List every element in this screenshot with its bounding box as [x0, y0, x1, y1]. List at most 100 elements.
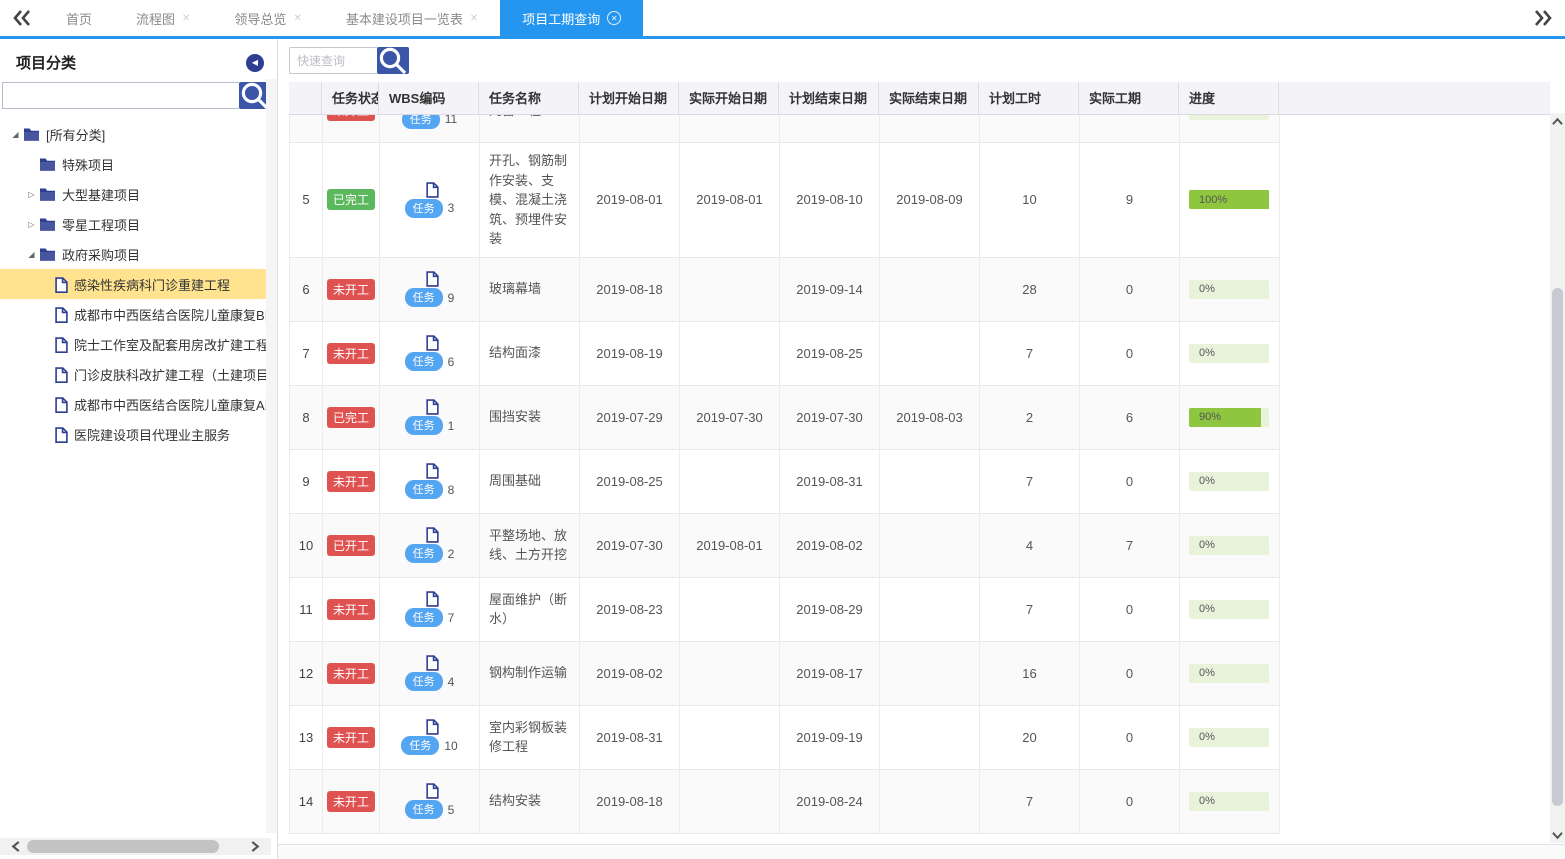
scroll-left-icon[interactable]: [8, 839, 24, 854]
actual-end-date: 2019-08-03: [880, 386, 980, 449]
table-row[interactable]: 11 未开工 任务 7 屋面维护（断水） 2019-08-23 2019-08-…: [289, 578, 1280, 642]
column-header[interactable]: 实际开始日期: [679, 82, 779, 114]
table-row[interactable]: 13 未开工 任务 10 室内彩钢板装修工程 2019-08-31 2019-0…: [289, 706, 1280, 770]
plan-hours: 7: [980, 578, 1080, 641]
wbs-number: 1: [448, 419, 455, 433]
tree-expander-icon[interactable]: ▷: [24, 190, 39, 199]
folder-icon: [39, 247, 56, 262]
quick-search-button[interactable]: [377, 47, 409, 74]
tab-close-icon[interactable]: ✕: [470, 13, 478, 24]
tab-close-icon[interactable]: ✕: [293, 13, 301, 24]
task-name: 开孔、钢筋制作安装、支模、混凝土浇筑、预埋件安装: [480, 143, 580, 257]
column-header[interactable]: 计划工时: [979, 82, 1079, 114]
scrollbar-thumb[interactable]: [27, 840, 219, 853]
actual-end-date: 2019-08-09: [880, 143, 980, 257]
nav-tab[interactable]: 项目工期查询 ✕: [500, 0, 643, 36]
tree-item[interactable]: 院士工作室及配套用房改扩建工程: [0, 329, 277, 359]
status-badge: 已开工: [327, 535, 375, 556]
tree-expander-icon[interactable]: ▷: [24, 220, 39, 229]
tree-item[interactable]: 特殊项目: [0, 149, 277, 179]
nav-tab-label: 基本建设项目一览表: [346, 9, 463, 28]
tree-item[interactable]: 成都市中西医结合医院儿童康复A区文化: [0, 389, 277, 419]
tree-item-label: 政府采购项目: [62, 245, 140, 264]
table-row[interactable]: 9 未开工 任务 8 周围基础 2019-08-25 2019-08-31 7 …: [289, 450, 1280, 514]
table-row[interactable]: 7 未开工 任务 6 结构面漆 2019-08-19 2019-08-25 7 …: [289, 322, 1280, 386]
wbs-cell: 任务 4: [380, 642, 480, 705]
nav-tab-label: 首页: [66, 9, 92, 28]
column-header[interactable]: 实际工期: [1079, 82, 1179, 114]
task-schedule-panel: 任务状态 WBS编码 任务名称 计划开始日期 实际开始日期 计划结束日期 实际结…: [278, 39, 1565, 859]
plan-start-date: 2019-09-15: [580, 115, 680, 142]
scrollbar-thumb[interactable]: [1552, 288, 1563, 806]
table-row[interactable]: 10 已开工 任务 2 平整场地、放线、土方开挖 2019-07-30 2019…: [289, 514, 1280, 578]
tab-close-icon[interactable]: ✕: [182, 13, 190, 24]
sidebar-horizontal-scrollbar[interactable]: [0, 838, 271, 855]
progress-bar: 0%: [1189, 344, 1269, 363]
tree-item[interactable]: 成都市中西医结合医院儿童康复B区修缮: [0, 299, 277, 329]
nav-tab[interactable]: 基本建设项目一览表 ✕: [324, 0, 500, 36]
tree-item[interactable]: ◢ 政府采购项目: [0, 239, 277, 269]
actual-end-date: [880, 258, 980, 321]
row-number: 6: [290, 258, 323, 321]
status-badge: 未开工: [327, 727, 375, 748]
table-vertical-scrollbar[interactable]: [1550, 113, 1565, 843]
nav-tab[interactable]: 首页: [44, 0, 114, 36]
scroll-down-icon[interactable]: [1550, 827, 1565, 843]
plan-start-date: 2019-07-30: [580, 514, 680, 577]
table-row[interactable]: 12 未开工 任务 4 钢构制作运输 2019-08-02 2019-08-17…: [289, 642, 1280, 706]
nav-tab-label: 流程图: [136, 9, 175, 28]
plan-hours: 20: [980, 706, 1080, 769]
column-header[interactable]: 计划结束日期: [779, 82, 879, 114]
sidebar-collapse-button[interactable]: ◀: [246, 54, 264, 72]
nav-tab[interactable]: 流程图 ✕: [114, 0, 212, 36]
tree-item[interactable]: 门诊皮肤科改扩建工程（土建项目）: [0, 359, 277, 389]
status-badge: 未开工: [327, 663, 375, 684]
tree-item[interactable]: 医院建设项目代理业主服务: [0, 419, 277, 449]
plan-hours: 2: [980, 386, 1080, 449]
plan-end-date: 2019-07-30: [780, 386, 880, 449]
status-badge: 已完工: [327, 407, 375, 428]
scroll-up-icon[interactable]: [1550, 113, 1565, 129]
folder-icon: [39, 187, 56, 202]
tree-expander-icon[interactable]: ◢: [24, 250, 39, 259]
progress-label: 90%: [1199, 411, 1221, 423]
actual-duration: 6: [1080, 386, 1180, 449]
tree-item[interactable]: ▷ 大型基建项目: [0, 179, 277, 209]
sidebar-vertical-scrollbar[interactable]: [266, 79, 277, 833]
tab-close-icon[interactable]: ✕: [607, 11, 621, 25]
tree-expander-icon[interactable]: ◢: [8, 130, 23, 139]
task-type-badge: 任务: [405, 800, 443, 819]
column-header[interactable]: 计划开始日期: [579, 82, 679, 114]
quick-search-input[interactable]: [289, 47, 377, 74]
table-row[interactable]: 6 未开工 任务 9 玻璃幕墙 2019-08-18 2019-09-14 28…: [289, 258, 1280, 322]
progress-bar: 0%: [1189, 115, 1269, 120]
plan-end-date: 2019-08-29: [780, 578, 880, 641]
scroll-tabs-left-icon[interactable]: [0, 0, 44, 36]
tree-item[interactable]: 感染性疾病科门诊重建工程: [0, 269, 277, 299]
folder-icon: [23, 127, 40, 142]
plan-hours: 7: [980, 322, 1080, 385]
category-search-input[interactable]: [2, 82, 239, 109]
scroll-right-icon[interactable]: [247, 839, 263, 854]
tree-item-label: 门诊皮肤科改扩建工程（土建项目）: [74, 365, 277, 384]
table-row[interactable]: 5 已完工 任务 3 开孔、钢筋制作安装、支模、混凝土浇筑、预埋件安装 2019…: [289, 143, 1280, 258]
column-header[interactable]: 任务名称: [479, 82, 579, 114]
task-name: 结构面漆: [480, 322, 580, 385]
column-header[interactable]: 任务状态: [322, 82, 379, 114]
status-badge: 未开工: [327, 279, 375, 300]
column-header[interactable]: [289, 82, 322, 114]
sidebar-title: 项目分类: [16, 52, 76, 73]
nav-tab[interactable]: 领导总览 ✕: [212, 0, 323, 36]
column-header[interactable]: WBS编码: [379, 82, 479, 114]
scroll-tabs-right-icon[interactable]: [1521, 0, 1565, 36]
progress-label: 0%: [1199, 283, 1215, 295]
task-name: 室内彩钢板装修工程: [480, 706, 580, 769]
column-header[interactable]: 进度: [1179, 82, 1279, 114]
table-row[interactable]: 14 未开工 任务 5 结构安装 2019-08-18 2019-08-24 7…: [289, 770, 1280, 834]
tree-item[interactable]: ▷ 零星工程项目: [0, 209, 277, 239]
tree-item[interactable]: ◢ [所有分类]: [0, 119, 277, 149]
actual-start-date: [680, 450, 780, 513]
table-row[interactable]: 4 未开工 任务 11 门窗工程 2019-09-15 2019-09-20 6…: [289, 115, 1280, 143]
table-row[interactable]: 8 已完工 任务 1 围挡安装 2019-07-29 2019-07-30 20…: [289, 386, 1280, 450]
column-header[interactable]: 实际结束日期: [879, 82, 979, 114]
